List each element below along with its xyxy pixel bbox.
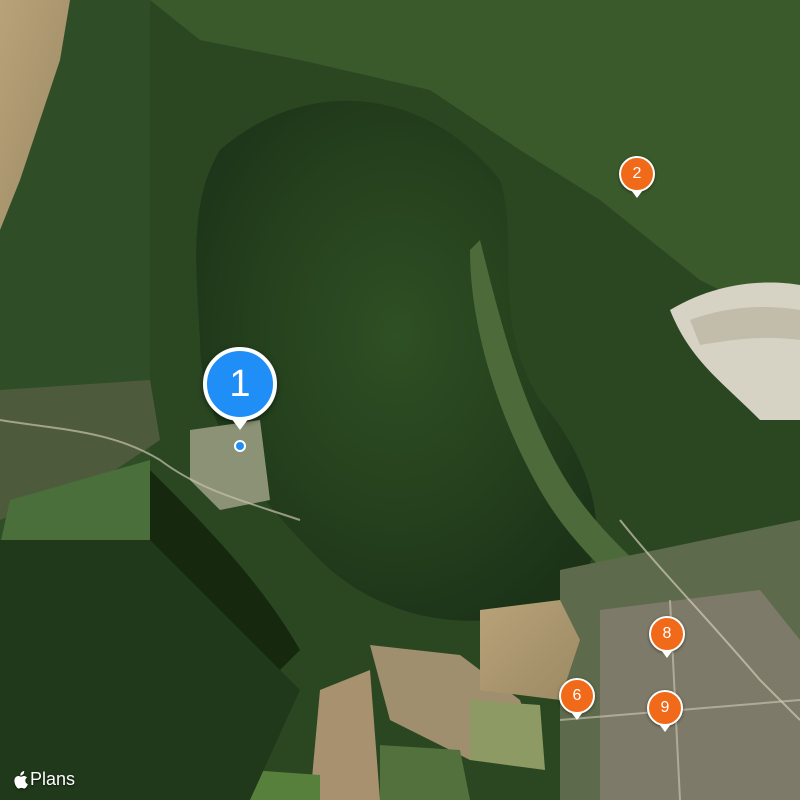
map-pin-1[interactable]: 1 [203, 347, 277, 430]
pin-6-label: 6 [559, 678, 595, 714]
pin-6-tail [571, 712, 583, 720]
pin-2-tail [631, 190, 643, 198]
location-dot [234, 440, 246, 452]
apple-logo-icon [14, 770, 28, 789]
map-pin-8[interactable]: 8 [649, 616, 685, 658]
pin-9-label: 9 [647, 690, 683, 726]
pin-8-tail [661, 650, 673, 658]
satellite-map[interactable]: 1 2 6 8 9 Plans [0, 0, 800, 800]
pin-1-label: 1 [203, 347, 277, 421]
pin-1-tail [231, 418, 249, 430]
pin-2-label: 2 [619, 156, 655, 192]
map-pin-2[interactable]: 2 [619, 156, 655, 198]
pin-8-label: 8 [649, 616, 685, 652]
map-pin-9[interactable]: 9 [647, 690, 683, 732]
map-pin-6[interactable]: 6 [559, 678, 595, 720]
attribution-text: Plans [30, 769, 76, 789]
pin-9-tail [659, 724, 671, 732]
maps-attribution: Plans [12, 769, 75, 790]
satellite-imagery [0, 0, 800, 800]
